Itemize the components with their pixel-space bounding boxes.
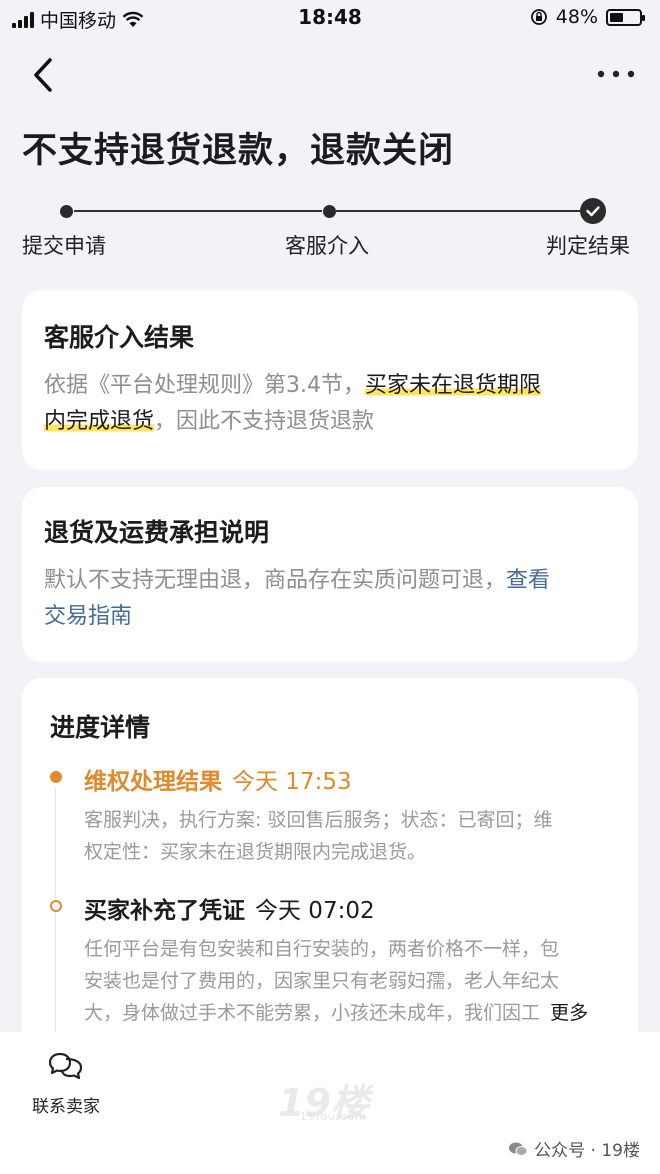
chevron-left-icon — [34, 58, 52, 92]
progress-line: 大，身体做过手术不能劳累，小孩还未成年，我们因工 — [84, 1002, 541, 1024]
step-label: 提交申请 — [22, 234, 106, 258]
more-link[interactable]: 更多 — [550, 1002, 589, 1024]
progress-heading: 维权处理结果 今天 17:53 — [84, 762, 660, 796]
chat-bubble-icon — [48, 1052, 83, 1080]
status-bar: 中国移动 18:48 48% — [0, 0, 660, 36]
step-label: 判定结果 — [546, 234, 630, 258]
orientation-lock-icon — [530, 9, 547, 25]
step-dot — [323, 205, 336, 218]
bottom-action-bar: 联系卖家 19楼 19lou.com 公众号 · 19楼 — [0, 1032, 660, 1174]
step-connector — [336, 210, 580, 212]
step-complete-check-icon — [580, 198, 606, 224]
intervention-result-card: 客服介入结果 依据《平台处理规则》第3.4节，买家未在退货期限内完成退货，因此不… — [22, 290, 638, 470]
step-label: 客服介入 — [285, 234, 369, 258]
view-guide-link[interactable]: 查看 — [506, 568, 550, 593]
result-highlight: 买家未在退货期限 — [365, 373, 542, 398]
status-right: 48% — [530, 6, 645, 28]
page-title: 不支持退货退款，退款关闭 — [22, 131, 455, 171]
progress-body: 任何平台是有包安装和自行安装的，两者价格不一样，包 安装也是付了费用的，因家里只… — [84, 933, 660, 1029]
progress-time: 今天 17:53 — [232, 769, 352, 795]
timeline-line — [55, 788, 56, 1038]
card-title: 进度详情 — [50, 713, 151, 742]
shipping-info-card: 退货及运费承担说明 默认不支持无理由退，商品存在实质问题可退，查看交易指南 — [22, 487, 638, 662]
contact-seller-label: 联系卖家 — [32, 1097, 100, 1117]
card-title: 退货及运费承担说明 — [44, 518, 270, 547]
card-title: 客服介入结果 — [44, 323, 195, 352]
progress-stepper: 提交申请 客服介入 判定结果 — [0, 198, 660, 258]
result-highlight: 内完成退货 — [44, 409, 155, 434]
step-dot — [60, 205, 73, 218]
progress-time: 今天 07:02 — [255, 898, 375, 924]
wechat-account-text: 公众号 · 19楼 — [534, 1141, 640, 1161]
shipping-text-body: 默认不支持无理由退，商品存在实质问题可退， — [44, 568, 507, 593]
progress-heading: 买家补充了凭证 今天 07:02 — [84, 891, 660, 925]
progress-heading-text: 维权处理结果 — [84, 769, 222, 795]
contact-seller-button[interactable]: 联系卖家 — [26, 1050, 106, 1117]
wechat-account-mark: 公众号 · 19楼 — [508, 1136, 640, 1161]
watermark-domain: 19lou.com — [300, 1110, 367, 1123]
timeline-dot — [50, 900, 62, 912]
progress-line: 任何平台是有包安装和自行安装的，两者价格不一样，包 — [84, 938, 560, 960]
progress-details-card: 进度详情 维权处理结果 今天 17:53 客服判决，执行方案: 驳回售后服务；状态… — [22, 678, 638, 1058]
progress-line-with-more: 大，身体做过手术不能劳累，小孩还未成年，我们因工 更多 — [84, 997, 660, 1029]
timeline-dot-active — [50, 771, 62, 783]
progress-item: 买家补充了凭证 今天 07:02 任何平台是有包安装和自行安装的，两者价格不一样，… — [84, 891, 660, 1029]
result-text-prefix: 依据《平台处理规则》第3.4节， — [44, 373, 365, 398]
trade-guide-link[interactable]: 交易指南 — [44, 604, 132, 629]
battery-icon — [606, 8, 645, 26]
result-text: 依据《平台处理规则》第3.4节，买家未在退货期限内完成退货，因此不支持退货退款 — [44, 368, 616, 440]
result-text-suffix: ，因此不支持退货退款 — [154, 409, 375, 434]
back-button[interactable] — [28, 55, 62, 95]
progress-item: 维权处理结果 今天 17:53 客服判决，执行方案: 驳回售后服务；状态：已寄回；… — [84, 762, 660, 868]
progress-line: 安装也是付了费用的，因家里只有老弱妇孺，老人年纪太 — [84, 970, 560, 992]
step-connector — [74, 210, 322, 212]
progress-line: 权定性：买家未在退货期限内完成退货。 — [84, 841, 427, 863]
progress-heading-text: 买家补充了凭证 — [84, 898, 245, 924]
progress-line: 客服判决，执行方案: 驳回售后服务；状态：已寄回；维 — [84, 809, 553, 831]
shipping-text: 默认不支持无理由退，商品存在实质问题可退，查看交易指南 — [44, 563, 616, 635]
progress-body: 客服判决，执行方案: 驳回售后服务；状态：已寄回；维 权定性：买家未在退货期限内… — [84, 804, 660, 868]
wechat-icon — [509, 1142, 528, 1156]
more-dots-icon — [597, 70, 635, 78]
battery-fill — [610, 12, 623, 22]
battery-percent: 48% — [555, 6, 598, 28]
more-button[interactable] — [596, 60, 636, 88]
